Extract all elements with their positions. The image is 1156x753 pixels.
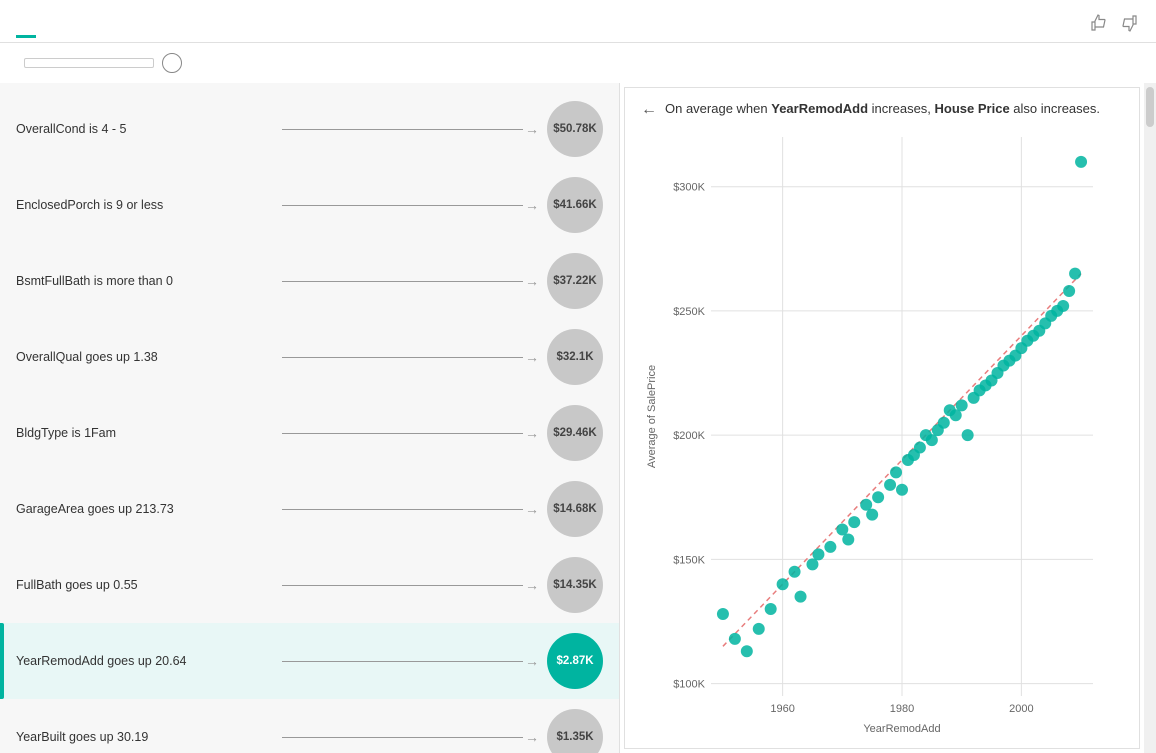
value-bubble: $37.22K [547, 253, 603, 309]
influencers-list: OverallCond is 4 - 5 → $50.78K EnclosedPorc… [0, 83, 620, 753]
svg-text:$300K: $300K [673, 182, 705, 194]
value-bubble: $29.46K [547, 405, 603, 461]
influencer-line: → [282, 729, 540, 745]
svg-text:YearRemodAdd: YearRemodAdd [863, 723, 940, 735]
scatter-chart: $100K $150K $200K $250K $300K 1960 1980 2000 Ave… [641, 127, 1123, 739]
svg-text:1980: 1980 [890, 703, 914, 715]
influencer-line: → [282, 349, 540, 365]
value-bubble: $2.87K [547, 633, 603, 689]
influencer-label: BsmtFullBath is more than 0 [16, 274, 274, 288]
influencer-item[interactable]: OverallQual goes up 1.38 → $32.1K [0, 319, 619, 395]
influencer-line: → [282, 501, 540, 517]
influencer-item[interactable]: GarageArea goes up 213.73 → $14.68K [0, 471, 619, 547]
influencer-label: YearBuilt goes up 30.19 [16, 730, 274, 744]
back-button[interactable]: ← [641, 101, 657, 119]
value-bubble: $1.35K [547, 709, 603, 753]
influencer-line: → [282, 121, 540, 137]
influencer-line: → [282, 197, 540, 213]
svg-text:$100K: $100K [673, 679, 705, 691]
influencer-label: EnclosedPorch is 9 or less [16, 198, 274, 212]
influencer-label: FullBath goes up 0.55 [16, 578, 274, 592]
influencer-item[interactable]: YearRemodAdd goes up 20.64 → $2.87K [0, 623, 619, 699]
influencer-item[interactable]: FullBath goes up 0.55 → $14.35K [0, 547, 619, 623]
chart-description: On average when YearRemodAdd increases, … [665, 100, 1100, 118]
influencer-label: BldgType is 1Fam [16, 426, 274, 440]
influencer-label: OverallCond is 4 - 5 [16, 122, 274, 136]
influencer-label: YearRemodAdd goes up 20.64 [16, 654, 274, 668]
influencer-line: → [282, 653, 540, 669]
value-bubble: $14.68K [547, 481, 603, 537]
help-icon[interactable] [162, 53, 182, 73]
scatter-svg: $100K $150K $200K $250K $300K 1960 1980 2000 Ave… [641, 127, 1123, 736]
influencer-line: → [282, 273, 540, 289]
increase-dropdown[interactable] [24, 58, 154, 68]
influencer-item[interactable]: EnclosedPorch is 9 or less → $41.66K [0, 167, 619, 243]
chart-panel: ← On average when YearRemodAdd increases… [624, 87, 1140, 749]
selected-indicator [0, 623, 4, 699]
value-bubble: $50.78K [547, 101, 603, 157]
thumbs-up-icon[interactable] [1088, 12, 1110, 34]
svg-text:2000: 2000 [1009, 703, 1033, 715]
thumbs-down-icon[interactable] [1118, 12, 1140, 34]
influencer-line: → [282, 425, 540, 441]
svg-text:$150K: $150K [673, 554, 705, 566]
svg-text:$200K: $200K [673, 430, 705, 442]
influencer-item[interactable]: BldgType is 1Fam → $29.46K [0, 395, 619, 471]
value-bubble: $14.35K [547, 557, 603, 613]
scrollbar-thumb[interactable] [1146, 87, 1154, 127]
influencer-label: GarageArea goes up 213.73 [16, 502, 274, 516]
influencer-item[interactable]: OverallCond is 4 - 5 → $50.78K [0, 91, 619, 167]
influencer-line: → [282, 577, 540, 593]
influencer-item[interactable]: BsmtFullBath is more than 0 → $37.22K [0, 243, 619, 319]
tab-top-segments[interactable] [44, 17, 64, 38]
influencer-item[interactable]: YearBuilt goes up 30.19 → $1.35K [0, 699, 619, 753]
svg-text:Average of SalePrice: Average of SalePrice [646, 365, 658, 468]
scrollbar[interactable] [1144, 83, 1156, 753]
value-bubble: $41.66K [547, 177, 603, 233]
svg-text:$250K: $250K [673, 306, 705, 318]
value-bubble: $32.1K [547, 329, 603, 385]
svg-text:1960: 1960 [770, 703, 794, 715]
influencer-label: OverallQual goes up 1.38 [16, 350, 274, 364]
tab-key-influencers[interactable] [16, 17, 36, 38]
